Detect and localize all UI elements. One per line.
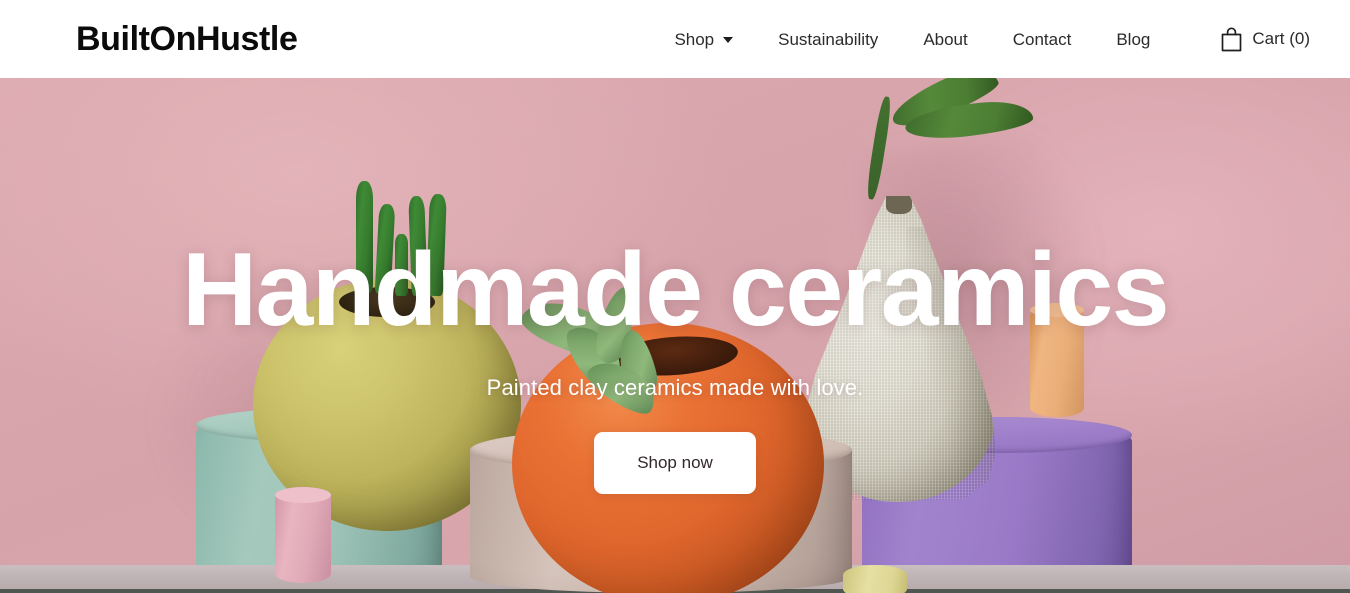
brand-logo[interactable]: BuiltOnHustle <box>76 22 298 56</box>
nav-item-blog[interactable]: Blog <box>1116 25 1150 54</box>
cactus-stem-5 <box>426 193 447 297</box>
nav-label-shop: Shop <box>674 29 715 49</box>
shop-now-button[interactable]: Shop now <box>594 432 756 494</box>
shopping-bag-icon <box>1222 26 1242 51</box>
cart-label: Cart (0) <box>1252 29 1310 48</box>
vase-opening <box>886 196 912 215</box>
yellow-lozenge <box>843 565 907 593</box>
nav-item-about[interactable]: About <box>923 25 967 54</box>
cactus-stem-3 <box>395 234 408 296</box>
nav-label-about: About <box>923 29 968 49</box>
hero-section: Handmade ceramics Painted clay ceramics … <box>0 78 1350 593</box>
site-header: BuiltOnHustle Shop Sustainability About … <box>0 0 1350 78</box>
tan-cylinder <box>1030 303 1084 417</box>
page-root: BuiltOnHustle Shop Sustainability About … <box>0 0 1350 593</box>
main-navigation: Shop Sustainability About Contact Blog C… <box>674 25 1310 54</box>
pink-cylinder <box>275 487 331 583</box>
nav-label-sustainability: Sustainability <box>778 29 879 49</box>
nav-item-contact[interactable]: Contact <box>1013 25 1072 54</box>
nav-label-blog: Blog <box>1116 29 1151 49</box>
chevron-down-icon <box>723 37 734 43</box>
nav-item-sustainability[interactable]: Sustainability <box>778 25 878 54</box>
nav-item-shop[interactable]: Shop <box>674 25 734 54</box>
cactus-stem-1 <box>356 181 373 293</box>
nav-label-contact: Contact <box>1012 29 1072 49</box>
cart-button[interactable]: Cart (0) <box>1220 26 1310 52</box>
hero-background-image <box>0 78 1350 593</box>
